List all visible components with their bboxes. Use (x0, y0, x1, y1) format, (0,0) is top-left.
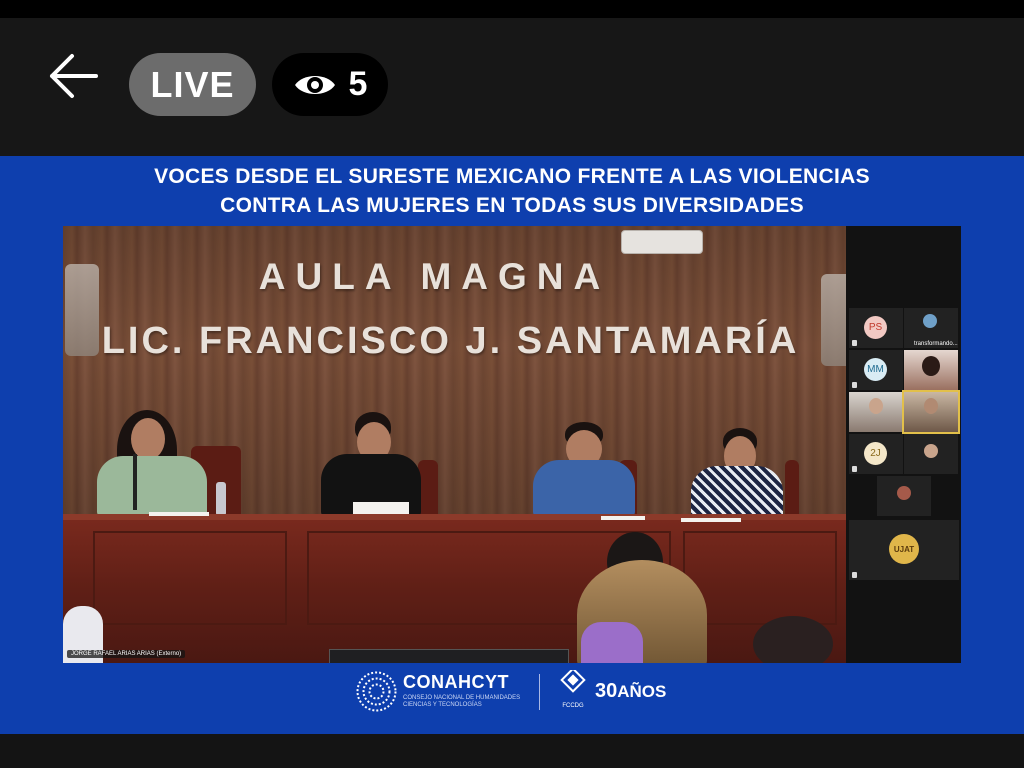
participant-name: transformando... (914, 341, 958, 347)
partner-label: FCCDG (562, 703, 584, 709)
floor-monitor (329, 649, 569, 663)
participant-tile[interactable]: 2J (849, 434, 903, 474)
anniversary-logo: 30AÑOS (595, 680, 666, 703)
wall-sign-line-1: AULA MAGNA (258, 256, 611, 297)
event-title: VOCES DESDE EL SURESTE MEXICANO FRENTE A… (0, 162, 1024, 220)
participant-tile[interactable]: UJAT (849, 520, 959, 580)
navigation-bar (0, 734, 1024, 768)
conahcyt-logo-icon (356, 671, 397, 712)
participant-avatar: PS (864, 316, 887, 339)
speaker-name-label: JORGE RAFAEL ARIAS ARIAS (Externo) (67, 650, 186, 658)
ceiling-projector (621, 230, 703, 254)
arrow-left-icon (50, 54, 98, 98)
participant-photo (924, 444, 938, 458)
divider (539, 674, 540, 710)
microphone-muted-icon (852, 466, 857, 472)
participant-tile[interactable]: PS (849, 308, 903, 348)
participant-avatar: 2J (864, 442, 887, 465)
participant-tile[interactable]: MM (849, 350, 903, 390)
participant-tile[interactable]: transformando... (904, 308, 958, 348)
university-logo: UJAT (889, 534, 919, 564)
wall-sign-line-2: LIC. FRANCISCO J. SANTAMARÍA (101, 320, 800, 362)
participant-tile[interactable] (849, 392, 903, 432)
microphone-muted-icon (852, 340, 857, 346)
main-video-feed[interactable]: AULA MAGNA LIC. FRANCISCO J. SANTAMARÍA … (63, 226, 846, 663)
eye-icon (294, 75, 335, 94)
microphone-muted-icon (852, 382, 857, 388)
anniversary-number: 30 (595, 680, 618, 702)
status-bar (0, 0, 1024, 18)
chair (418, 460, 438, 516)
sponsor-subtitle: CONSEJO NACIONAL DE HUMANIDADES CIENCIAS… (403, 695, 521, 708)
live-badge: LIVE (129, 53, 256, 116)
participant-tile[interactable] (904, 434, 958, 474)
microphone (133, 454, 137, 510)
chair (785, 460, 799, 520)
globe-icon (923, 314, 937, 328)
participant-tile[interactable] (877, 476, 931, 516)
participant-photo (897, 486, 911, 500)
back-button[interactable] (44, 50, 104, 104)
microphone-muted-icon (852, 572, 857, 578)
anniversary-word: AÑOS (617, 682, 667, 701)
participant-tile[interactable] (904, 350, 958, 390)
sponsor-name: CONAHCYT (403, 672, 509, 692)
participant-avatar: MM (864, 358, 887, 381)
participants-gallery[interactable]: PS transformando... MM 2J UJAT (846, 226, 961, 663)
participant-tile-active-speaker[interactable] (902, 390, 960, 434)
audience-member (753, 616, 833, 663)
viewer-count: 5 (348, 65, 368, 103)
event-title-line-2: CONTRA LAS MUJERES EN TODAS SUS DIVERSID… (220, 194, 804, 217)
event-title-line-1: VOCES DESDE EL SURESTE MEXICANO FRENTE A… (154, 165, 870, 188)
viewer-count-badge: 5 (272, 53, 388, 116)
water-bottle (216, 482, 226, 516)
